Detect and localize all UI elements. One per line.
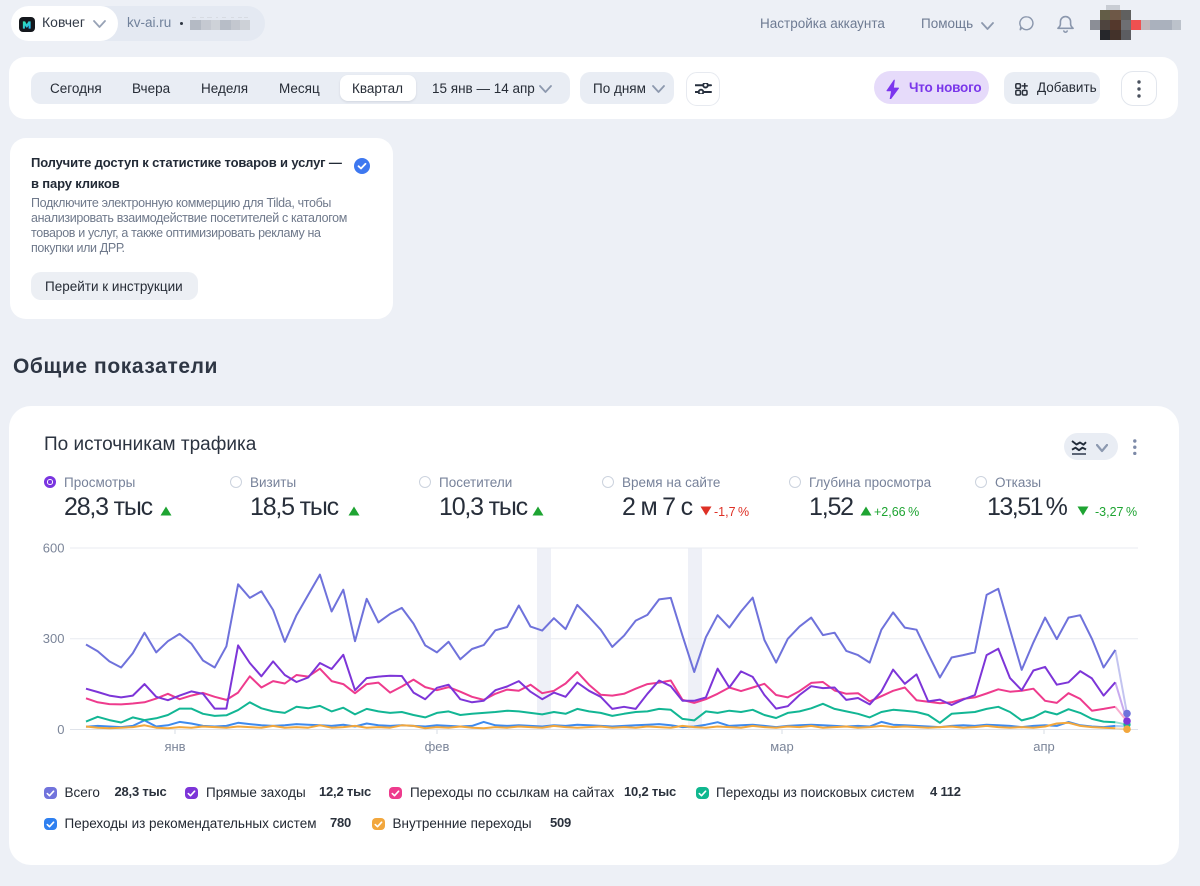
svg-text:600: 600 — [43, 541, 65, 556]
svg-text:янв: янв — [164, 739, 185, 754]
svg-text:апр: апр — [1033, 739, 1055, 754]
svg-text:фев: фев — [425, 739, 450, 754]
svg-text:0: 0 — [57, 722, 64, 737]
svg-text:мар: мар — [770, 739, 793, 754]
svg-text:300: 300 — [43, 631, 65, 646]
